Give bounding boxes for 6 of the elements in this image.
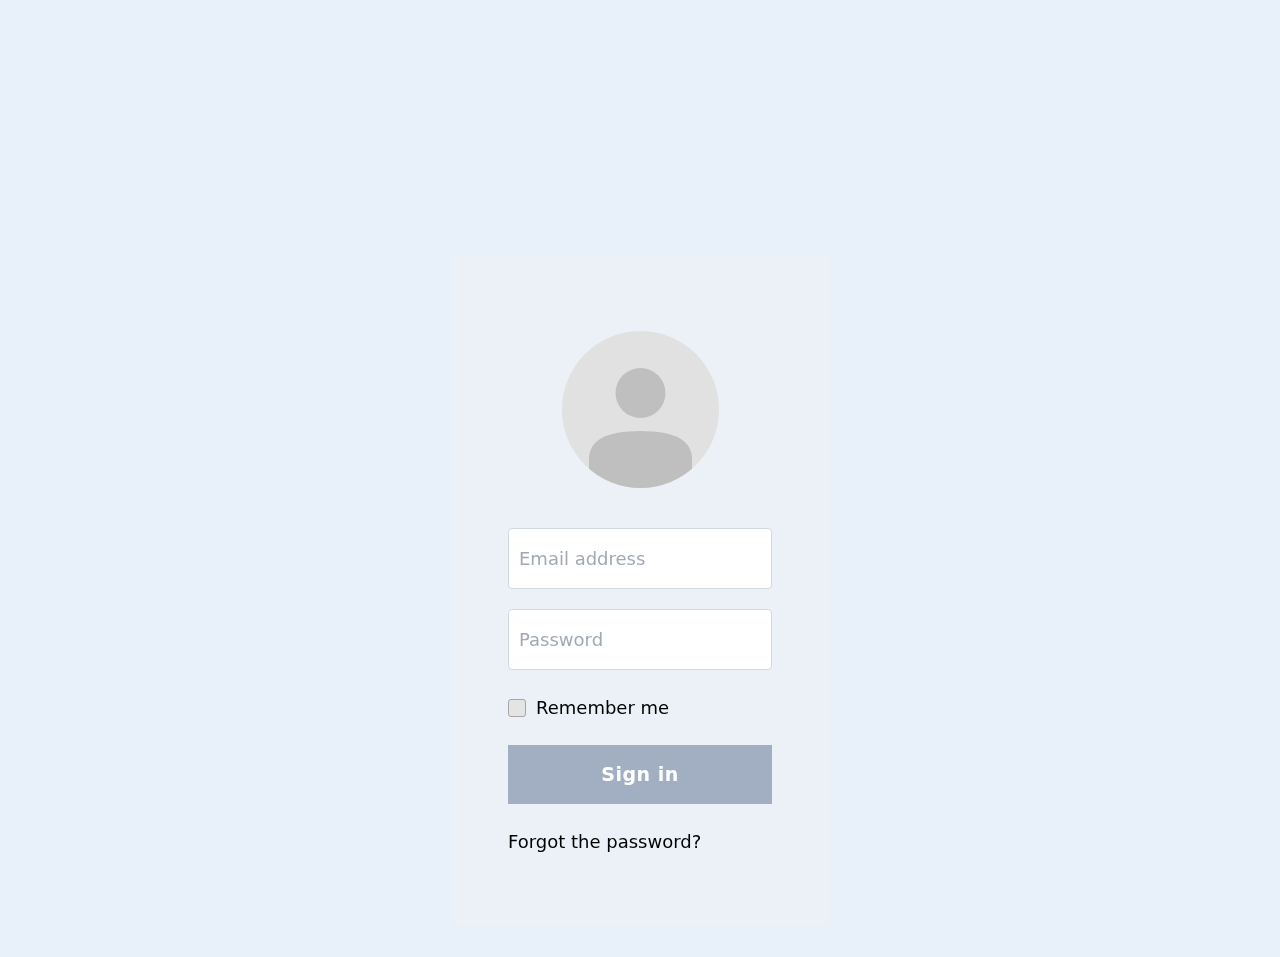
forgot-password-link[interactable]: Forgot the password? [508,831,702,852]
avatar-icon [561,331,719,488]
remember-checkbox[interactable] [508,698,526,717]
email-field[interactable]: Email address [508,528,772,589]
password-field[interactable]: Password [508,609,772,670]
remember-label[interactable]: Remember me [536,694,670,721]
